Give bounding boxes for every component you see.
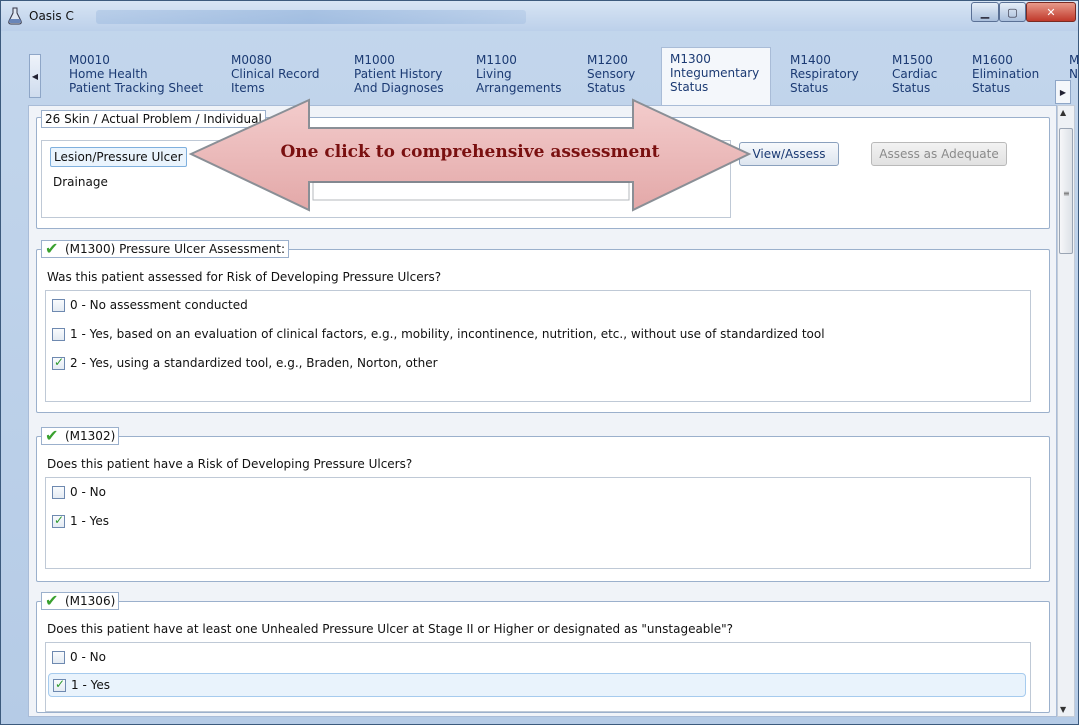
m1302-question: Does this patient have a Risk of Develop…	[47, 457, 413, 471]
tab-m0010[interactable]: M0010 Home Health Patient Tracking Sheet	[69, 49, 219, 103]
tab-code: M1300	[670, 52, 711, 66]
m1306-option-0[interactable]: 0 - No	[52, 647, 106, 667]
title-breadcrumb-blurred	[96, 10, 526, 24]
tab-label-line2: Arrangements	[476, 81, 562, 95]
tab-m0080[interactable]: M0080 Clinical Record Items	[231, 49, 341, 103]
m1302-option-0[interactable]: 0 - No	[52, 482, 106, 502]
tab-code: M1100	[476, 53, 517, 67]
m1300-option-0[interactable]: 0 - No assessment conducted	[52, 295, 248, 315]
checkbox[interactable]	[52, 485, 65, 499]
tab-label-line2: Status	[670, 80, 709, 94]
tab-code: M1000	[354, 53, 395, 67]
tab-code: M1500	[892, 53, 933, 67]
m1300-option-1[interactable]: 1 - Yes, based on an evaluation of clini…	[52, 324, 825, 344]
assess-adequate-button[interactable]: Assess as Adequate	[871, 142, 1007, 166]
tab-label-line1: Respiratory	[790, 67, 859, 81]
m1300-legend: ✔ (M1300) Pressure Ulcer Assessment:	[41, 240, 289, 258]
tab-label-line2: Status	[972, 81, 1011, 95]
close-button[interactable]: ✕	[1026, 2, 1076, 22]
tab-label-line2: Status	[892, 81, 931, 95]
complete-check-icon: ✔	[45, 426, 59, 445]
tab-m1400[interactable]: M1400 Respiratory Status	[790, 49, 880, 103]
tab-code: M0010	[69, 53, 110, 67]
tab-code: M1600	[972, 53, 1013, 67]
tab-label-line2: Status	[790, 81, 829, 95]
flask-icon	[8, 7, 22, 25]
m1302-group: ✔ (M1302) Does this patient have a Risk …	[36, 427, 1050, 582]
checkbox[interactable]	[52, 298, 65, 312]
tab-scroll-left-button[interactable]: ◀	[29, 54, 41, 98]
tab-label-line2: Patient Tracking Sheet	[69, 81, 204, 95]
option-label: 2 - Yes, using a standardized tool, e.g.…	[70, 356, 438, 370]
tab-label-line1: Integumentary	[670, 66, 760, 80]
tab-scroll-right-button[interactable]: ▶	[1055, 80, 1071, 104]
m1300-option-2[interactable]: 2 - Yes, using a standardized tool, e.g.…	[52, 353, 438, 373]
tab-label-line1: Cardiac	[892, 67, 938, 81]
tab-code: M1200	[587, 53, 628, 67]
tab-m1100[interactable]: M1100 Living Arrangements	[476, 49, 576, 103]
m1300-answers: 0 - No assessment conducted 1 - Yes, bas…	[45, 290, 1031, 402]
m1302-legend-text: (M1302)	[65, 429, 116, 443]
callout-text: One click to comprehensive assessment	[280, 142, 660, 162]
tab-m1000[interactable]: M1000 Patient History And Diagnoses	[354, 49, 464, 103]
checkbox-checked[interactable]	[52, 355, 65, 370]
m1306-legend: ✔ (M1306)	[41, 591, 120, 610]
tab-label-line1: Living	[476, 67, 512, 81]
tab-m1500[interactable]: M1500 Cardiac Status	[892, 49, 962, 103]
scrollbar-thumb[interactable]: ≡	[1059, 128, 1073, 254]
option-label: 0 - No assessment conducted	[70, 298, 248, 312]
tab-label-line2: Items	[231, 81, 265, 95]
m1306-option-1[interactable]: 1 - Yes	[48, 673, 1026, 697]
m1306-question: Does this patient have at least one Unhe…	[47, 622, 734, 636]
callout-arrow: One click to comprehensive assessment	[187, 96, 753, 218]
checkbox[interactable]	[52, 327, 65, 341]
tab-label-line1: Sensory	[587, 67, 636, 81]
checkbox-checked[interactable]	[53, 677, 66, 692]
tab-label-line1: Home Health	[69, 67, 148, 81]
checkbox[interactable]	[52, 650, 65, 664]
option-label: 0 - No	[70, 650, 106, 664]
m1302-answers: 0 - No 1 - Yes	[45, 477, 1031, 569]
tab-label-line2: Status	[587, 81, 626, 95]
tab-label-line1: Clinical Record	[231, 67, 320, 81]
m1306-group: ✔ (M1306) Does this patient have at leas…	[36, 592, 1050, 713]
option-label: 1 - Yes	[71, 678, 110, 692]
view-assess-button[interactable]: View/Assess	[739, 142, 839, 166]
minimize-button[interactable]: ▁	[971, 2, 999, 22]
tab-label-line1: Patient History	[354, 67, 443, 81]
scroll-down-icon[interactable]: ▼	[1060, 705, 1066, 714]
tab-label-line1: Elimination	[972, 67, 1040, 81]
option-label: 1 - Yes, based on an evaluation of clini…	[70, 327, 825, 341]
tab-code: M1400	[790, 53, 831, 67]
tab-code: M0080	[231, 53, 272, 67]
m1302-legend: ✔ (M1302)	[41, 426, 120, 445]
m1300-question: Was this patient assessed for Risk of De…	[47, 270, 442, 284]
problem-item-lesion[interactable]: Lesion/Pressure Ulcer	[50, 147, 187, 167]
tab-m1200[interactable]: M1200 Sensory Status	[587, 49, 657, 103]
m1306-legend-text: (M1306)	[65, 594, 116, 608]
option-label: 0 - No	[70, 485, 106, 499]
vertical-scrollbar[interactable]: ▲ ≡ ▼	[1057, 105, 1075, 717]
complete-check-icon: ✔	[45, 239, 59, 258]
app-window: Oasis C ▁ ▢ ✕ ◀ M0010 Home Health Patien…	[0, 0, 1079, 725]
maximize-button[interactable]: ▢	[999, 2, 1026, 22]
complete-check-icon: ✔	[45, 591, 59, 610]
tab-label-line2: And Diagnoses	[354, 81, 444, 95]
problem-item-drainage[interactable]: Drainage	[50, 173, 111, 193]
tab-label-line1: N	[1069, 67, 1078, 81]
m1306-answers: 0 - No 1 - Yes	[45, 642, 1031, 712]
scroll-up-icon[interactable]: ▲	[1060, 108, 1066, 117]
grip-icon: ≡	[1063, 189, 1070, 198]
option-label: 1 - Yes	[70, 514, 109, 528]
m1300-legend-text: (M1300) Pressure Ulcer Assessment:	[65, 242, 285, 256]
m1300-group: ✔ (M1300) Pressure Ulcer Assessment: Was…	[36, 240, 1050, 413]
tab-code: M	[1069, 53, 1079, 67]
checkbox-checked[interactable]	[52, 513, 65, 528]
title-bar: Oasis C ▁ ▢ ✕	[1, 1, 1078, 31]
tab-m1600[interactable]: M1600 Elimination Status	[972, 49, 1047, 103]
window-title: Oasis C	[29, 9, 74, 23]
m1302-option-1[interactable]: 1 - Yes	[52, 511, 109, 531]
